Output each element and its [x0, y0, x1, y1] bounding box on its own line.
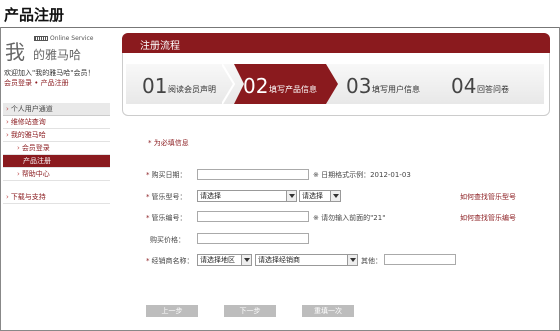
step-label: 回答问卷: [477, 85, 509, 94]
purchase-date-label: * 购买日期：: [146, 171, 187, 179]
dealer-select[interactable]: 请选择经销商: [255, 254, 358, 266]
link-separator: •: [32, 79, 41, 87]
purchase-date-input[interactable]: [197, 169, 309, 180]
flow-step-4: 04 回答问卷: [451, 64, 541, 104]
sidebar-nav: › 个人用户通道 › 维修站查询 › 我的雅马哈 › 会员登录 产品注册 › 帮助中心 ›…: [3, 103, 110, 204]
sidebar-item-service-station[interactable]: › 维修站查询: [3, 116, 110, 129]
refill-button[interactable]: 重填一次: [302, 305, 354, 317]
serial-input[interactable]: [197, 211, 309, 222]
login-links: 会员登录 • 产品注册: [4, 78, 69, 88]
price-input[interactable]: [197, 233, 309, 244]
chevron-down-icon: [241, 255, 251, 265]
other-label: 其他：: [361, 257, 382, 265]
flow-step-1: 01 阅读会员声明: [142, 64, 232, 104]
step-number: 04: [451, 74, 477, 98]
chevron-right-icon: ›: [6, 118, 9, 126]
yamaha-logo: 我 Online Service 的雅马哈: [5, 35, 100, 64]
chevron-right-icon: ›: [17, 170, 20, 178]
chevron-right-icon: ›: [6, 193, 9, 201]
step-number: 01: [142, 74, 168, 98]
welcome-text: 欢迎加入"我的雅马哈"会员！: [4, 69, 95, 77]
step-number: 02: [243, 74, 269, 98]
model-select[interactable]: 请选择: [299, 190, 341, 202]
chevron-down-icon: [286, 191, 296, 201]
member-login-link[interactable]: 会员登录: [4, 79, 32, 87]
logo-big-char: 我: [5, 40, 25, 64]
sidebar-item-help-center[interactable]: › 帮助中心: [3, 168, 110, 181]
logo-service-text: Online Service: [34, 35, 93, 42]
serial-label: * 管乐编号：: [146, 214, 187, 222]
find-serial-link[interactable]: 如何查找管乐编号: [460, 213, 516, 223]
step-label: 填写产品信息: [269, 85, 317, 94]
logo-rest-text: 的雅马哈: [33, 48, 82, 62]
flow-title: 注册流程: [140, 41, 180, 52]
flow-step-3: 03 填写用户信息: [346, 64, 436, 104]
page-title: 产品注册: [4, 6, 65, 24]
model-label: * 管乐型号：: [146, 193, 187, 201]
region-select[interactable]: 请选择地区: [197, 254, 252, 266]
chevron-down-icon: [347, 255, 357, 265]
sidebar-item-personal-channel[interactable]: › 个人用户通道: [3, 103, 110, 116]
chevron-right-icon: ›: [17, 144, 20, 152]
price-label: 购买价格：: [150, 236, 185, 244]
step-number: 03: [346, 74, 372, 98]
product-register-link[interactable]: 产品注册: [41, 79, 69, 87]
chevron-right-icon: ›: [6, 131, 9, 139]
date-format-hint: ※ 日期格式示例：2012-01-03: [313, 171, 411, 179]
dealer-label: * 经销商名称：: [146, 257, 194, 265]
sidebar-item-download-support[interactable]: › 下载与支持: [3, 191, 110, 204]
serial-hint: ※ 请勿输入前面的"21": [313, 214, 386, 222]
sidebar-item-member-login[interactable]: › 会员登录: [3, 142, 110, 155]
barcode-icon: [34, 36, 48, 41]
sidebar-item-my-yamaha[interactable]: › 我的雅马哈: [3, 129, 110, 142]
flow-step-2: 02 填写产品信息: [243, 64, 335, 104]
sidebar-item-product-register[interactable]: 产品注册: [3, 155, 110, 168]
required-note: * 为必填信息: [148, 139, 189, 147]
chevron-right-icon: ›: [6, 105, 9, 113]
flow-header-bar: [122, 33, 550, 53]
prev-step-button[interactable]: 上一步: [146, 305, 198, 317]
other-dealer-input[interactable]: [384, 254, 456, 265]
step-label: 填写用户信息: [372, 85, 420, 94]
next-step-button[interactable]: 下一步: [224, 305, 276, 317]
model-category-select[interactable]: 请选择: [197, 190, 297, 202]
chevron-down-icon: [330, 191, 340, 201]
find-model-link[interactable]: 如何查找管乐型号: [460, 192, 516, 202]
step-label: 阅读会员声明: [168, 85, 216, 94]
